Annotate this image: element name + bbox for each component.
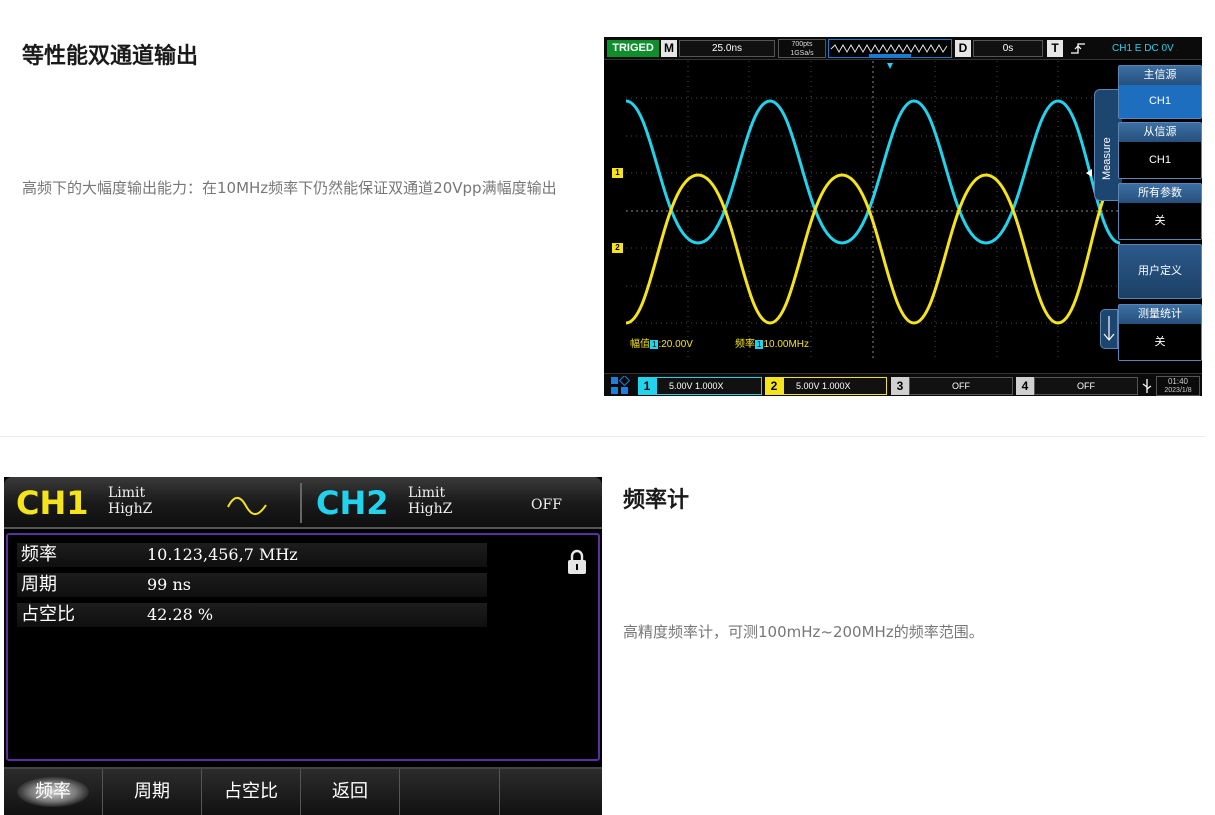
ch2-load-label: HighZ (408, 501, 453, 517)
clock-date: 2023/1/8 (1164, 387, 1192, 394)
row-value: 10.123,456,7 MHz (147, 545, 298, 564)
softkey-empty-5[interactable] (400, 769, 500, 815)
counter-row-period: 周期 99 ns (17, 573, 487, 597)
usb-icon (1142, 379, 1152, 393)
counter-row-duty: 占空比 42.28 % (17, 603, 487, 627)
timebase-label[interactable]: M (661, 40, 677, 57)
channel-1-setting[interactable]: 5.00V 1.000X (656, 377, 762, 395)
lock-icon (568, 549, 586, 574)
ch1-limit-status: Limit HighZ (108, 485, 152, 517)
counter-panel: 频率 10.123,456,7 MHz 周期 99 ns 占空比 42.28 % (6, 533, 600, 761)
channel-2-number[interactable]: 2 (765, 377, 783, 395)
side-menu-statistics[interactable]: 测量统计 关 (1118, 304, 1202, 361)
section-divider (0, 436, 1205, 437)
softkey-period[interactable]: 周期 (103, 769, 202, 815)
softkey-return[interactable]: 返回 (301, 769, 400, 815)
ch2-limit-status: Limit HighZ (408, 485, 452, 517)
side-menu-user-define[interactable]: 用户定义 (1118, 244, 1202, 299)
ch2-limit-label: Limit (408, 485, 446, 501)
clock-time: 01:40 (1167, 377, 1189, 386)
softkey-duty[interactable]: 占空比 (202, 769, 301, 815)
trigger-status-badge: TRIGED (607, 40, 659, 57)
generator-header: CH1 Limit HighZ CH2 Limit HighZ OFF (4, 477, 602, 529)
softkey-label: 频率 (17, 777, 89, 807)
amplitude-label: 幅值 (630, 339, 650, 350)
side-menu-value: 关 (1119, 324, 1201, 360)
row-value: 42.28 % (147, 605, 214, 624)
page: 等性能双通道输出 高频下的大幅度输出能力：在10MHz频率下仍然能保证双通道20… (0, 0, 1215, 815)
section-description-counter: 高精度频率计，可测100mHz~200MHz的频率范围。 (623, 623, 984, 641)
side-menu-title: 主信源 (1119, 66, 1201, 85)
frequency-measurement: 频率 1 10.00MHz (735, 339, 809, 351)
frequency-label: 频率 (735, 339, 755, 350)
row-label: 周期 (21, 574, 57, 595)
amplitude-measurement: 幅值 1:20.00V (630, 339, 693, 351)
side-menu-title: 所有参数 (1119, 184, 1201, 203)
ch1-load-label: HighZ (108, 501, 153, 517)
trigger-label[interactable]: T (1047, 40, 1063, 57)
softkey-bar: 频率 周期 占空比 返回 (4, 767, 602, 815)
measure-tab-label: Measure (1101, 137, 1113, 180)
sample-rate: 1GSa/s (790, 50, 814, 57)
overview-wave-icon (830, 43, 948, 57)
ch2-output-state: OFF (531, 497, 562, 513)
sine-wave-icon (227, 496, 267, 516)
scroll-down-tab[interactable] (1100, 309, 1118, 349)
delay-label[interactable]: D (955, 40, 971, 57)
header-separator (300, 483, 302, 523)
channel-1-number[interactable]: 1 (638, 377, 656, 395)
side-menu-main-source[interactable]: 主信源 CH1 (1118, 65, 1202, 119)
channel-3-number[interactable]: 3 (891, 377, 909, 395)
side-menu-value: 关 (1119, 203, 1201, 239)
side-menu-value: CH1 (1119, 142, 1201, 178)
section-title-dual-channel: 等性能双通道输出 (22, 44, 199, 69)
amplitude-value: :20.00V (658, 339, 693, 350)
ch1-level-marker[interactable]: 1 (612, 168, 623, 178)
frequency-value: 10.00MHz (763, 339, 810, 350)
row-value: 99 ns (147, 575, 191, 594)
waveform-overview[interactable] (828, 39, 952, 58)
softkey-frequency[interactable]: 频率 (4, 769, 103, 815)
side-menu: 主信源 CH1 从信源 CH1 所有参数 关 用户定义 测量统计 关 (1118, 61, 1202, 373)
ch1-limit-label: Limit (108, 485, 146, 501)
row-label: 占空比 (21, 604, 75, 625)
softkey-empty-6[interactable] (500, 769, 602, 815)
trigger-description: CH1 E DC 0V (1112, 43, 1174, 54)
channel-4-number[interactable]: 4 (1016, 377, 1034, 395)
channel-4-setting[interactable]: OFF (1034, 377, 1138, 395)
section-title-counter: 频率计 (623, 488, 690, 513)
down-arrow-icon (1103, 316, 1115, 341)
side-menu-title: 用户定义 (1138, 265, 1182, 277)
points-count: 700pts (791, 41, 813, 48)
counter-row-frequency: 频率 10.123,456,7 MHz (17, 543, 487, 567)
sample-info: 700pts 1GSa/s (778, 39, 826, 58)
side-menu-title: 测量统计 (1119, 305, 1201, 324)
channel-bar: 1 5.00V 1.000X 2 5.00V 1.000X 3 OFF 4 OF… (604, 373, 1202, 396)
oscilloscope-screen: TRIGED M 25.0ns 700pts 1GSa/s D 0s T CH1… (604, 37, 1202, 396)
section-description-dual-channel: 高频下的大幅度输出能力：在10MHz频率下仍然能保证双通道20Vpp满幅度输出 (22, 179, 557, 197)
clock: 01:40 2023/1/8 (1156, 376, 1200, 396)
rising-edge-icon (1071, 43, 1085, 54)
ch2-label[interactable]: CH2 (316, 483, 389, 523)
side-menu-sub-source[interactable]: 从信源 CH1 (1118, 122, 1202, 179)
ch1-label[interactable]: CH1 (16, 483, 89, 523)
side-menu-value: CH1 (1119, 85, 1201, 118)
timebase-value[interactable]: 25.0ns (679, 40, 775, 57)
oscilloscope-top-bar: TRIGED M 25.0ns 700pts 1GSa/s D 0s T CH1… (604, 37, 1202, 60)
generator-screen: CH1 Limit HighZ CH2 Limit HighZ OFF 频率 1… (4, 477, 602, 815)
row-label: 频率 (21, 544, 57, 565)
delay-value[interactable]: 0s (973, 40, 1043, 57)
ch2-level-marker[interactable]: 2 (612, 243, 623, 253)
home-grid-icon[interactable] (610, 376, 630, 396)
waveform-display[interactable] (626, 61, 1120, 361)
side-menu-title: 从信源 (1119, 123, 1201, 142)
channel-2-setting[interactable]: 5.00V 1.000X (783, 377, 887, 395)
side-menu-all-params[interactable]: 所有参数 关 (1118, 183, 1202, 240)
channel-3-setting[interactable]: OFF (909, 377, 1013, 395)
